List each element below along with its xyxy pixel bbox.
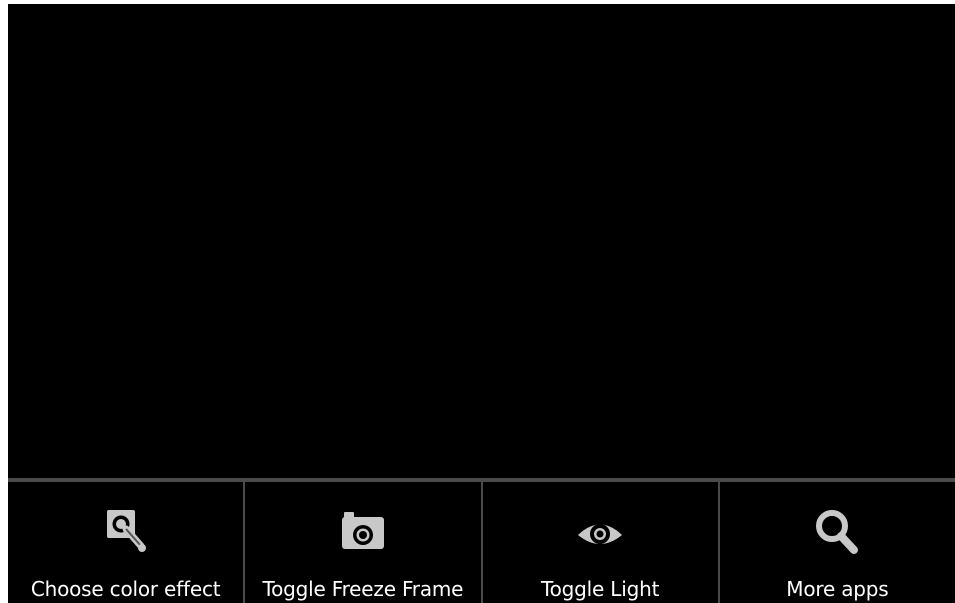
menu-item-label: More apps — [786, 577, 889, 601]
search-icon — [816, 510, 859, 554]
menu-item-toggle-freeze-frame[interactable]: Toggle Freeze Frame — [243, 482, 480, 603]
menu-item-label: Choose color effect — [30, 577, 221, 601]
menu-item-label: Toggle Freeze Frame — [262, 577, 464, 601]
menu-item-toggle-light[interactable]: Toggle Light — [480, 482, 718, 603]
menu-item-choose-color-effect[interactable]: Choose color effect — [8, 482, 243, 603]
camera-viewport — [8, 4, 955, 478]
eye-icon — [578, 524, 623, 544]
menu-item-more-apps[interactable]: More apps — [717, 482, 955, 603]
options-menu: Choose color effect Toggle Freeze Frame … — [8, 478, 955, 603]
menu-item-label: Toggle Light — [541, 577, 660, 601]
app-screen: Choose color effect Toggle Freeze Frame … — [8, 4, 955, 603]
wrench-magnify-icon — [106, 510, 146, 552]
camera-icon — [341, 512, 384, 549]
